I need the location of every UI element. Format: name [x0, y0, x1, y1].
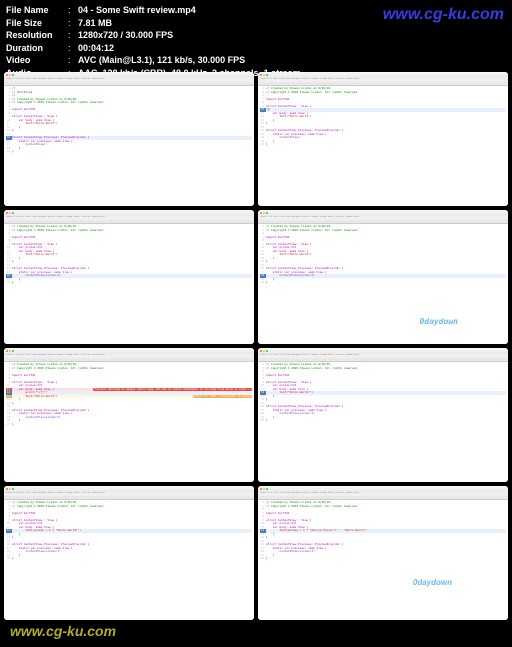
thumbnail-8: Xcode File Edit View Find Navigate Edito… — [258, 486, 508, 620]
thumbnail-2: Xcode File Edit View Find Navigate Edito… — [258, 72, 508, 206]
watermark-top: www.cg-ku.com — [383, 6, 504, 24]
thumbnail-1: Xcode File Edit View Find Navigate Edito… — [4, 72, 254, 206]
video-label: Video — [6, 54, 68, 67]
thumbnail-grid: Xcode File Edit View Find Navigate Edito… — [0, 68, 512, 624]
code-editor: 4// Created by Steven Lipton on 9/16/19.… — [4, 224, 254, 344]
resolution-value: 1280x720 / 30.000 FPS — [78, 29, 173, 42]
filesize-label: File Size — [6, 17, 68, 30]
thumbnail-4: Xcode File Edit View Find Navigate Edito… — [258, 210, 508, 344]
filename-label: File Name — [6, 4, 68, 17]
watermark-bottom-right: 0daydown — [413, 578, 452, 587]
code-editor: 4// Created by Steven Lipton on 9/16/19.… — [258, 362, 508, 482]
resolution-label: Resolution — [6, 29, 68, 42]
video-value: AVC (Main@L3.1), 121 kb/s, 30.000 FPS — [78, 54, 245, 67]
watermark-bottom-left: www.cg-ku.com — [10, 623, 116, 639]
code-editor: 4// Created by Steven Lipton on 9/16/19.… — [258, 500, 508, 620]
code-editor: 4// Created by Steven Lipton on 9/16/19.… — [4, 500, 254, 620]
thumbnail-6: Xcode File Edit View Find Navigate Edito… — [258, 348, 508, 482]
close-icon — [6, 74, 8, 76]
filesize-value: 7.81 MB — [78, 17, 112, 30]
thumbnail-3: Xcode File Edit View Find Navigate Edito… — [4, 210, 254, 344]
code-editor: 1// 2// HuliPizza 3// 4// Created by Ste… — [4, 86, 254, 206]
zoom-icon — [12, 74, 14, 76]
duration-label: Duration — [6, 42, 68, 55]
thumbnail-5: Xcode File Edit View Find Navigate Edito… — [4, 348, 254, 482]
filename-value: 04 - Some Swift review.mp4 — [78, 4, 196, 17]
thumbnail-7: Xcode File Edit View Find Navigate Edito… — [4, 486, 254, 620]
code-editor: 4// Created by Steven Lipton on 9/16/19.… — [4, 362, 254, 482]
watermark-mid: 0daydown — [419, 317, 458, 326]
duration-value: 00:04:12 — [78, 42, 114, 55]
code-editor: 4// Created by Steven Lipton on 9/16/19.… — [258, 224, 508, 344]
code-editor: 4// Created by Steven Lipton on 9/16/19.… — [258, 86, 508, 206]
minimize-icon — [9, 74, 11, 76]
